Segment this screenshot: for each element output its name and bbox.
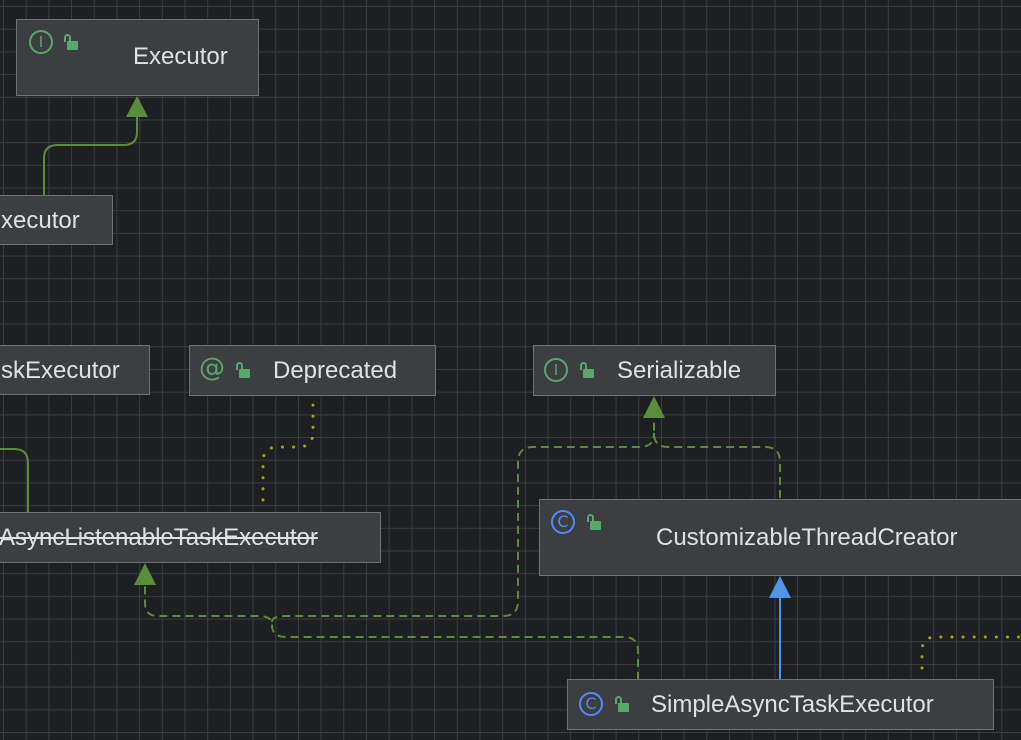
node-label: CustomizableThreadCreator xyxy=(656,524,958,551)
unlocked-icon xyxy=(236,362,250,378)
unlocked-icon xyxy=(580,362,594,378)
unlocked-icon xyxy=(587,514,601,530)
node-async-task-executor[interactable]: skExecutor xyxy=(0,345,150,395)
node-simple-async-task-executor[interactable]: C SimpleAsyncTaskExecutor xyxy=(567,679,994,730)
class-icon: C xyxy=(551,510,575,534)
node-label: Executor xyxy=(133,43,228,70)
node-label: Serializable xyxy=(617,357,742,384)
interface-icon: I xyxy=(29,30,53,54)
class-icon: C xyxy=(579,692,603,716)
edge-sate-asynclistenable xyxy=(144,585,639,680)
unlocked-icon xyxy=(615,696,629,712)
node-label: xecutor xyxy=(1,207,80,234)
node-async-listenable-task-executor[interactable]: AsyncListenableTaskExecutor xyxy=(0,512,381,563)
arrowhead-asynclistenable xyxy=(134,563,156,585)
edge-ctc-serializable xyxy=(653,418,781,498)
diagram-edges xyxy=(0,96,1021,680)
node-label: AsyncListenableTaskExecutor xyxy=(0,524,318,551)
interface-icon: I xyxy=(544,358,568,382)
arrowhead-executor xyxy=(126,96,148,117)
edge-deprecated xyxy=(261,398,315,502)
annotation-icon: @ xyxy=(199,353,225,383)
edge-left-curve xyxy=(0,448,29,513)
node-label: Deprecated xyxy=(273,357,398,384)
arrowhead-serializable xyxy=(643,396,665,418)
edge-annotation-right xyxy=(920,635,1021,670)
node-label: SimpleAsyncTaskExecutor xyxy=(651,691,934,718)
edge-taskexecutor-executor xyxy=(43,115,138,195)
node-label: skExecutor xyxy=(1,357,120,384)
node-executor[interactable]: I Executor xyxy=(16,19,259,96)
node-deprecated[interactable]: @ Deprecated xyxy=(189,345,436,396)
diagram-canvas[interactable]: I Executor xecutor skExecutor @ Deprecat… xyxy=(0,0,1021,740)
node-serializable[interactable]: I Serializable xyxy=(533,345,776,396)
node-customizable-thread-creator[interactable]: C CustomizableThreadCreator xyxy=(539,499,1021,576)
node-task-executor[interactable]: xecutor xyxy=(0,195,113,245)
arrowhead-ctc xyxy=(769,576,791,598)
unlocked-icon xyxy=(64,34,78,50)
